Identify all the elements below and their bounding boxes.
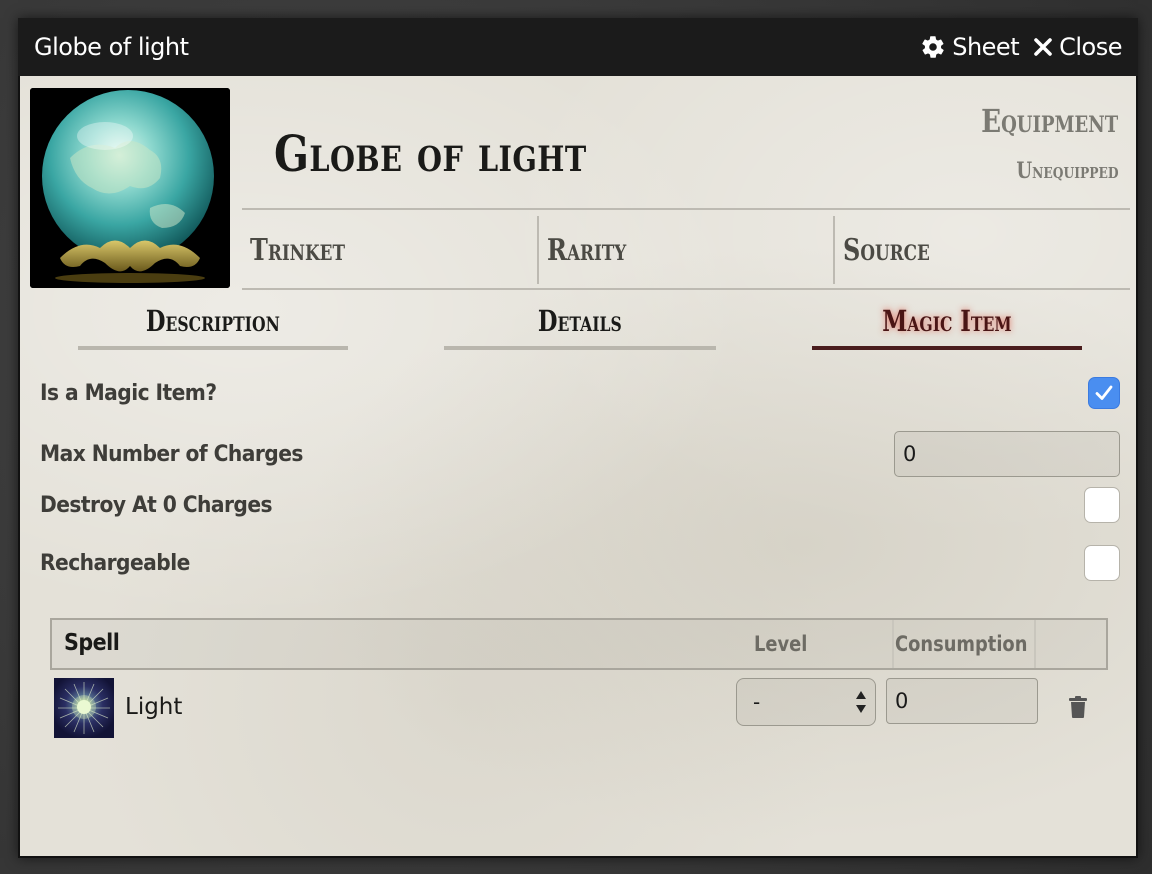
spell-icon[interactable] — [54, 678, 114, 738]
sheet-content: Globe of light Equipment Unequipped Trin… — [18, 76, 1138, 858]
column-divider — [892, 620, 894, 668]
spell-level-select[interactable]: - — [736, 678, 876, 726]
row-destroy-at-zero: Destroy At 0 Charges — [40, 483, 1120, 527]
summary-trinket[interactable]: Trinket — [242, 210, 537, 290]
destroy-at-zero-checkbox[interactable] — [1084, 487, 1120, 523]
row-is-magic-item: Is a Magic Item? — [40, 371, 1120, 415]
sheet-tabs: Description Details Magic Item — [78, 302, 1082, 352]
row-max-charges: Max Number of Charges 0 — [40, 430, 1120, 478]
close-button[interactable]: Close — [1033, 33, 1122, 61]
item-equip-status[interactable]: Unequipped — [1016, 158, 1118, 184]
spell-row: Light - 0 — [54, 678, 1108, 740]
checkmark-icon — [1095, 385, 1113, 400]
spell-consumption-input[interactable]: 0 — [886, 678, 1038, 724]
consumption-column-header: Consumption — [895, 632, 1028, 656]
titlebar-actions: Sheet Close — [920, 33, 1122, 61]
spell-table-header: Spell Level Consumption — [50, 618, 1108, 670]
item-image[interactable] — [30, 88, 230, 288]
window-titlebar[interactable]: Globe of light Sheet Close — [18, 18, 1138, 76]
summary-divider — [242, 288, 1130, 290]
tab-underline — [444, 346, 716, 350]
spell-column-header: Spell — [64, 630, 120, 656]
window-title: Globe of light — [34, 33, 189, 61]
level-column-header: Level — [754, 632, 808, 656]
close-label: Close — [1059, 33, 1122, 61]
trash-icon[interactable] — [1068, 696, 1088, 723]
tab-magic-item[interactable]: Magic Item — [812, 302, 1082, 350]
select-arrows-icon — [855, 689, 867, 720]
tab-underline-active — [812, 346, 1082, 350]
is-magic-item-label: Is a Magic Item? — [40, 380, 217, 406]
summary-rarity[interactable]: Rarity — [536, 216, 834, 284]
close-icon — [1033, 37, 1053, 57]
max-charges-label: Max Number of Charges — [40, 441, 303, 467]
item-sheet-window: Globe of light Sheet Close Globe of ligh… — [18, 18, 1138, 858]
rechargeable-checkbox[interactable] — [1084, 545, 1120, 581]
item-type: Equipment — [980, 102, 1118, 140]
tab-description[interactable]: Description — [78, 302, 348, 350]
row-rechargeable: Rechargeable — [40, 541, 1120, 585]
tab-details[interactable]: Details — [444, 302, 716, 350]
max-charges-input[interactable]: 0 — [894, 431, 1120, 477]
spell-level-value: - — [753, 690, 761, 714]
sheet-button[interactable]: Sheet — [920, 33, 1020, 61]
is-magic-item-checkbox[interactable] — [1088, 377, 1120, 409]
tab-underline — [78, 346, 348, 350]
summary-source[interactable]: Source — [833, 216, 1130, 284]
destroy-at-zero-label: Destroy At 0 Charges — [40, 492, 273, 518]
item-name[interactable]: Globe of light — [274, 124, 587, 183]
sheet-label: Sheet — [952, 33, 1020, 61]
item-summary: Trinket Rarity Source — [242, 210, 1130, 290]
gear-icon — [920, 34, 946, 60]
spell-name[interactable]: Light — [125, 694, 182, 720]
column-divider — [1034, 620, 1036, 668]
rechargeable-label: Rechargeable — [40, 550, 190, 576]
